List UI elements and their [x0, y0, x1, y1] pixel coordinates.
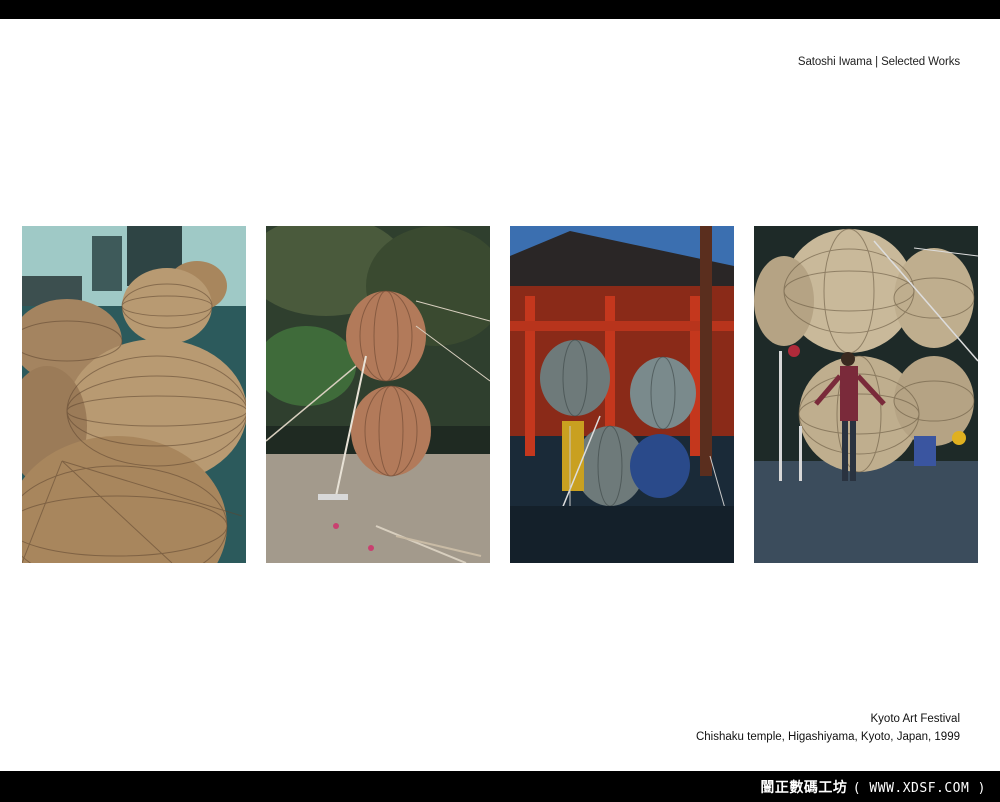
caption-event: Kyoto Art Festival	[870, 713, 960, 725]
top-letterbox-bar	[0, 0, 1000, 19]
photo-workshop-bamboo-spheres	[22, 226, 246, 563]
watermark: 闓正數碼工坊 ( WWW.XDSF.COM )	[760, 777, 986, 797]
watermark-brand: 闓正數碼工坊	[760, 780, 848, 796]
caption-location: Chishaku temple, Higashiyama, Kyoto, Jap…	[695, 731, 960, 743]
photo-caption: Kyoto Art Festival Chishaku temple, Higa…	[696, 710, 960, 746]
photo-figure-eight-sculpture	[266, 226, 490, 563]
photo-spheres-with-artist	[754, 226, 978, 563]
page-title: Satoshi Iwama | Selected Works	[797, 56, 960, 68]
watermark-url: ( WWW.XDSF.COM )	[852, 781, 986, 796]
photo-temple-gate-spheres	[510, 226, 734, 563]
